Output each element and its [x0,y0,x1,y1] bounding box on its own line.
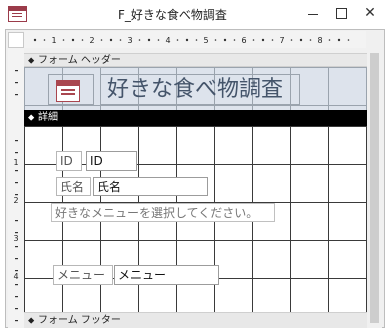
ruler-tick [71,38,75,42]
ruler-tick [43,39,46,41]
instruction-label[interactable]: 好きなメニューを選択してください。 [51,203,275,222]
scrollbar-thumb[interactable] [370,53,379,323]
ruler-tick [147,38,151,42]
ruler-tick [309,39,312,41]
ruler-tick [271,39,274,41]
ruler-tick [15,284,18,286]
close-icon: ✕ [364,5,376,21]
form-header-bar[interactable]: ⬥ フォーム ヘッダー [24,53,367,67]
ruler-tick [195,39,198,41]
vertical-scrollbar[interactable] [367,31,382,328]
ruler-tick [62,39,65,41]
ruler-tick [328,39,331,41]
ruler-tick-label: 1 [51,36,56,45]
ruler-tick [138,39,141,41]
minimize-icon [308,13,318,15]
ruler-tick [15,258,18,260]
detail-section-bar[interactable]: ⬥ 詳細 [24,110,367,126]
ruler-tick [299,38,303,42]
section-arrow-icon: ⬥ [28,316,35,326]
detail-label: 詳細 [38,112,58,123]
form-footer-label: フォーム フッター [38,315,121,326]
form-logo-icon [56,80,80,102]
ruler-tick [15,220,18,222]
ruler-tick-label: 8 [317,36,322,45]
ruler-tick-label: 7 [279,36,284,45]
ruler-tick [15,94,18,96]
ruler-tick [15,246,18,248]
maximize-button[interactable] [327,2,355,24]
id-textbox[interactable]: ID [86,151,137,171]
id-label[interactable]: ID [56,151,82,171]
ruler-tick-label: 2 [89,36,94,45]
section-arrow-icon: ⬥ [28,113,35,123]
ruler-tick [15,182,18,184]
ruler-tick-label: 3 [127,36,132,45]
ruler-tick-label: 6 [241,36,246,45]
ruler-tick [100,39,103,41]
vertical-ruler[interactable]: 1 2 3 4 [8,48,24,328]
ruler-tick [214,39,217,41]
ruler-tick [15,308,18,310]
select-form-box[interactable] [8,32,24,48]
ruler-tick [347,39,350,41]
ruler-tick [185,38,189,42]
ruler-tick [15,296,18,298]
vertical-ruler-ticks: 1 2 3 4 [13,70,19,322]
header-title-label[interactable]: 好きな食べ物調査 [100,74,300,105]
ruler-tick [15,82,18,84]
form-header-label: フォーム ヘッダー [38,55,121,66]
form-icon [8,6,27,22]
ruler-ticks: 1 2 3 4 5 6 7 8 [33,36,350,45]
ruler-tick [15,70,18,72]
ruler-tick [81,39,84,41]
section-arrow-icon: ⬥ [28,56,35,66]
menu-combobox[interactable]: メニュー [114,265,219,285]
ruler-tick-label: 4 [165,36,170,45]
ruler-tick [15,152,18,154]
ruler-tick-label: 5 [203,36,208,45]
menu-label[interactable]: メニュー [53,265,113,285]
horizontal-ruler[interactable]: 1 2 3 4 5 6 7 8 [24,31,366,48]
ruler-tick [337,38,341,42]
ruler-tick [223,38,227,42]
ruler-tick [119,39,122,41]
ruler-tick [15,320,18,322]
close-button[interactable]: ✕ [356,2,384,24]
ruler-tick [261,38,265,42]
ruler-tick-label: 1 [13,158,18,167]
minimize-button[interactable] [299,2,327,24]
maximize-icon [335,7,347,19]
ruler-tick [109,38,113,42]
window-title: F_好きな食べ物調査 [118,8,227,22]
ruler-tick [15,170,18,172]
ruler-tick [157,39,160,41]
form-footer-bar[interactable]: ⬥ フォーム フッター [24,312,367,328]
title-bar: F_好きな食べ物調査 ✕ [0,0,390,28]
name-label[interactable]: 氏名 [56,177,91,196]
name-textbox[interactable]: 氏名 [93,177,208,196]
ruler-tick [252,39,255,41]
ruler-tick [233,39,236,41]
ruler-tick [33,38,37,42]
ruler-tick [15,140,18,142]
ruler-tick [290,39,293,41]
ruler-tick-label: 2 [13,196,18,205]
ruler-tick-label: 4 [13,272,18,281]
ruler-tick-label: 3 [13,234,18,243]
ruler-tick [176,39,179,41]
